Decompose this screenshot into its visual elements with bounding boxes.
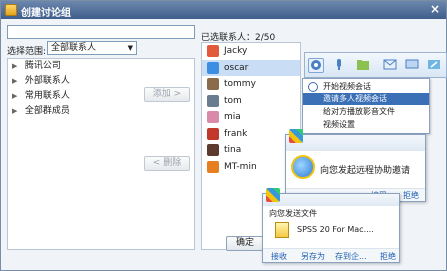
popup-header [286, 129, 425, 151]
close-icon[interactable]: × [430, 2, 440, 16]
avatar [289, 129, 303, 143]
reject-link[interactable]: 拒绝 [403, 190, 419, 201]
avatar [207, 94, 219, 107]
file-transfer-title: 向您发送文件 [269, 209, 317, 218]
avatar [207, 61, 219, 74]
video-icon[interactable] [308, 58, 324, 73]
chevron-down-icon: ▼ [127, 44, 133, 52]
save-as-link[interactable]: 另存为 [301, 251, 325, 262]
file-icon [275, 222, 289, 238]
contact-name: frank [224, 128, 248, 139]
app-icon [5, 4, 17, 16]
menu-item-label: 邀请多人视频会话 [323, 94, 387, 103]
contact-name: mia [224, 112, 241, 122]
contact-item[interactable]: tom [202, 93, 300, 110]
expand-arrow-icon[interactable]: ▶ [12, 104, 22, 119]
avatar [207, 111, 219, 123]
avatar [207, 160, 219, 173]
menu-item-invite-multi-video[interactable]: 邀请多人视频会话 [303, 93, 429, 105]
menu-item-label: 给对方播放影音文件 [323, 107, 395, 116]
save-to-link[interactable]: 存到企... [335, 251, 367, 262]
remote-assist-icon [291, 155, 315, 179]
menu-item-play-media[interactable]: 给对方播放影音文件 [303, 106, 429, 118]
contact-item[interactable]: oscar [202, 59, 300, 76]
popup-header [263, 188, 399, 206]
remote-assist-message: 向您发起远程协助邀请 [320, 166, 411, 176]
receive-link[interactable]: 接收 [271, 251, 287, 262]
chat-toolbar [304, 52, 447, 78]
contact-name: tommy [224, 79, 256, 89]
share-icon[interactable] [427, 58, 443, 73]
menu-item-start-video[interactable]: 开始视频会话 [303, 81, 429, 93]
ok-button[interactable]: 确定 [226, 236, 264, 251]
menu-item-label: 视频设置 [323, 120, 355, 129]
folder-icon[interactable] [356, 58, 372, 73]
title-bar: 创建讨论组 × [1, 1, 446, 19]
tree-item-group-members[interactable]: ▶ 全部群成员 [8, 104, 194, 119]
screen-icon[interactable] [405, 58, 421, 73]
add-button[interactable]: 添加 > [144, 87, 190, 102]
expand-arrow-icon[interactable]: ▶ [12, 89, 22, 104]
avatar [266, 188, 280, 202]
tree-item-label: 外部联系人 [24, 76, 70, 86]
mail-icon[interactable] [383, 58, 399, 73]
avatar [207, 144, 219, 156]
avatar [207, 78, 219, 90]
contact-name: MT-min [224, 161, 257, 172]
microphone-icon[interactable] [332, 58, 348, 73]
contact-name: tina [224, 145, 242, 155]
video-chat-icon [308, 82, 318, 92]
popup-actions: 接收 另存为 存到企... 拒绝 [263, 248, 399, 262]
video-menu: 开始视频会话 邀请多人视频会话 给对方播放影音文件 视频设置 [302, 78, 430, 134]
contact-item[interactable]: tommy [202, 76, 300, 93]
scope-label: 选择范围: [7, 47, 47, 57]
contact-name: tom [224, 95, 242, 106]
menu-item-label: 开始视频会话 [323, 82, 371, 91]
tree-item-label: 常用联系人 [24, 91, 70, 101]
scope-value: 全部联系人 [51, 43, 97, 53]
remove-button[interactable]: < 删除 [144, 156, 190, 171]
window-title: 创建讨论组 [21, 8, 71, 19]
contact-item[interactable]: Jacky [202, 43, 300, 60]
menu-item-video-settings[interactable]: 视频设置 [303, 119, 429, 131]
expand-arrow-icon[interactable]: ▶ [12, 59, 22, 74]
search-input[interactable] [7, 25, 195, 39]
remote-assist-popup: 向您发起远程协助邀请 接受 拒绝 [285, 129, 426, 202]
avatar [207, 127, 219, 140]
reject-link[interactable]: 拒绝 [380, 251, 396, 262]
tree-item-tencent[interactable]: ▶ 腾讯公司 [8, 59, 194, 74]
tree-item-label: 全部群成员 [24, 106, 70, 116]
file-name: SPSS 20 For Mac.... [297, 225, 374, 234]
contact-name: Jacky [224, 46, 248, 56]
contact-item[interactable]: mia [202, 109, 300, 126]
contact-name: oscar [224, 62, 249, 73]
scope-select[interactable]: 全部联系人 ▼ [47, 41, 137, 55]
avatar [207, 45, 219, 57]
tree-item-label: 腾讯公司 [24, 61, 61, 71]
file-transfer-popup: 向您发送文件 SPSS 20 For Mac.... 接收 另存为 存到企...… [262, 188, 400, 263]
expand-arrow-icon[interactable]: ▶ [12, 74, 22, 89]
